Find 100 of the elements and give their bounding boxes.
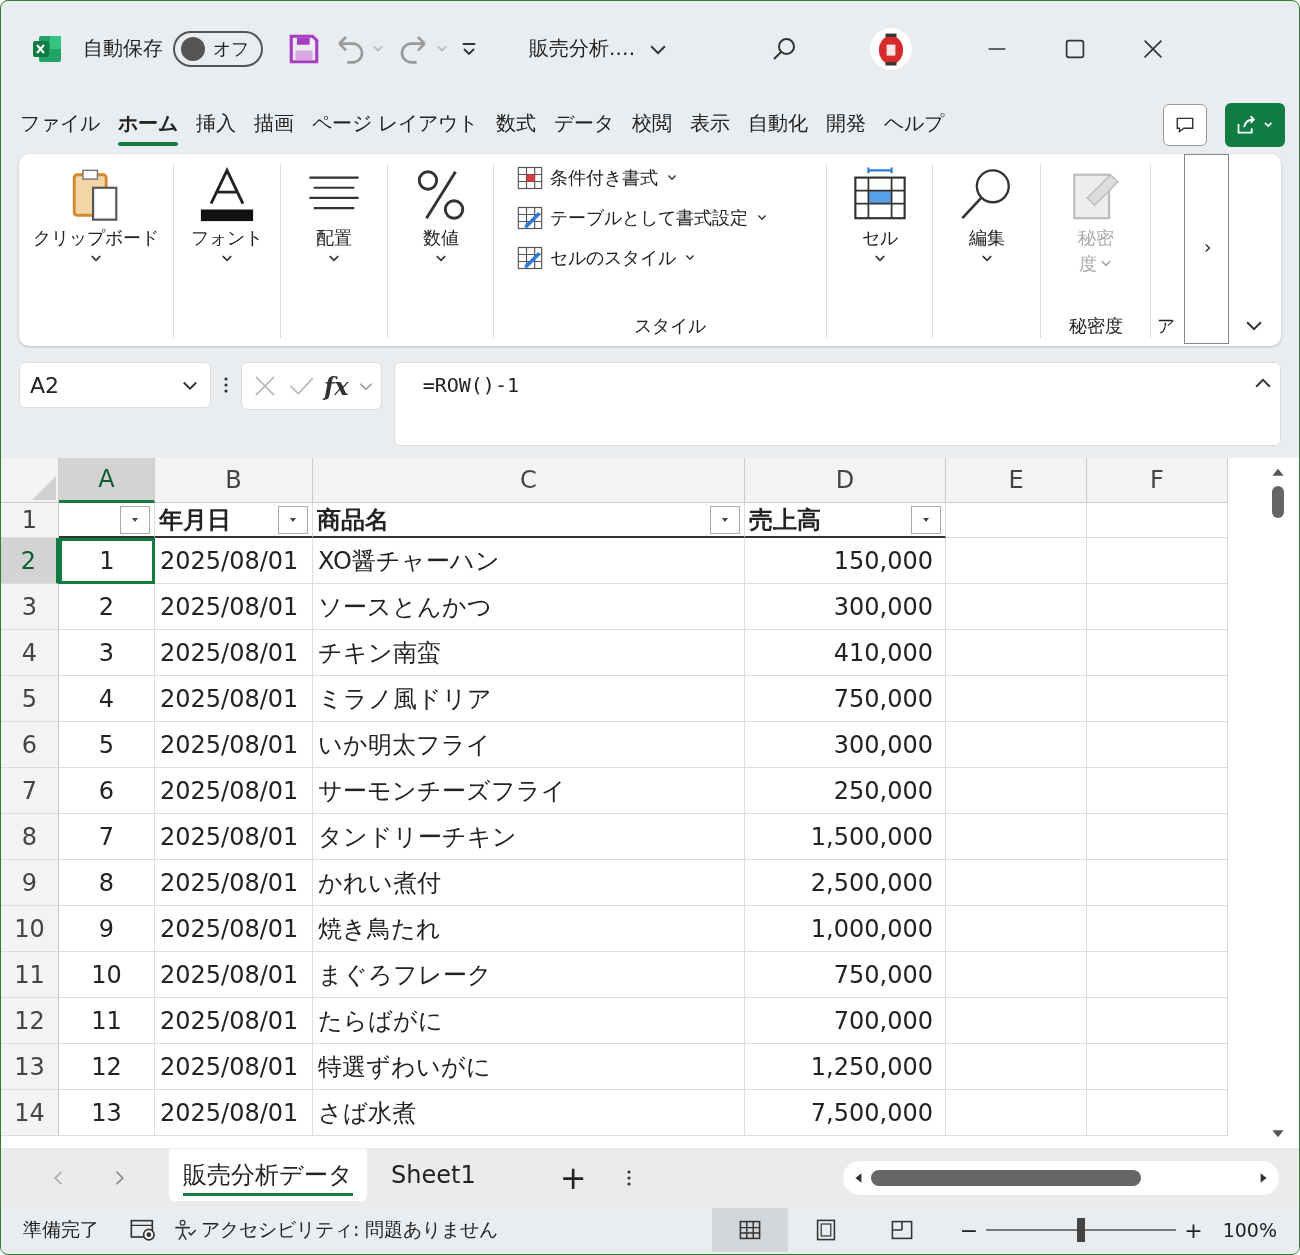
ribbon-tab[interactable]: 描画: [245, 104, 303, 146]
ribbon-tab[interactable]: 挿入: [187, 104, 245, 146]
scrollbar-thumb[interactable]: [1272, 486, 1285, 518]
ribbon-tab[interactable]: 自動化: [739, 104, 818, 146]
column-header[interactable]: A: [59, 458, 155, 503]
table-cell: 10: [59, 952, 155, 998]
column-header[interactable]: F: [1087, 458, 1228, 503]
table-cell: 410,000: [745, 630, 946, 676]
zoom-level[interactable]: 100%: [1222, 1219, 1277, 1241]
ribbon-tab[interactable]: ホーム: [109, 104, 187, 146]
style-command[interactable]: セルのスタイル: [514, 244, 826, 272]
row-header[interactable]: 7: [1, 768, 59, 814]
slider-thumb[interactable]: [1077, 1218, 1086, 1242]
style-command[interactable]: 条件付き書式: [514, 164, 826, 192]
row-header[interactable]: 4: [1, 630, 59, 676]
ribbon-button[interactable]: クリップボード: [33, 164, 159, 266]
column-header[interactable]: E: [946, 458, 1087, 503]
table-cell: 2025/08/01: [155, 860, 313, 906]
sheet-tab[interactable]: Sheet1: [377, 1149, 490, 1201]
table-cell: さば水煮: [313, 1090, 745, 1136]
lantern-avatar-icon[interactable]: [869, 26, 914, 71]
share-icon: [1235, 114, 1275, 136]
normal-view-button[interactable]: [711, 1208, 788, 1252]
table-cell: チキン南蛮: [313, 630, 745, 676]
ribbon-button[interactable]: フォント: [191, 164, 263, 266]
column-header[interactable]: B: [155, 458, 313, 503]
table-cell: 250,000: [745, 768, 946, 814]
ribbon-tab[interactable]: 開発: [817, 104, 876, 146]
ribbon-button[interactable]: 数値: [410, 164, 471, 266]
table-cell: 12: [59, 1044, 155, 1090]
table-cell: 2025/08/01: [155, 584, 313, 630]
name-box[interactable]: A2: [19, 362, 211, 408]
ribbon-tab[interactable]: 数式: [487, 104, 546, 146]
ribbon-tab[interactable]: 校閲: [623, 104, 682, 146]
table-cell: 7,500,000: [745, 1090, 946, 1136]
row-header[interactable]: 12: [1, 998, 59, 1044]
autosave-toggle[interactable]: オフ: [173, 30, 263, 67]
ribbon-tab[interactable]: ページ レイアウト: [303, 104, 488, 146]
ribbon-button[interactable]: 配置: [304, 164, 364, 266]
row-header[interactable]: 9: [1, 860, 59, 906]
macro-recording-icon[interactable]: [129, 1218, 157, 1242]
table-cell: たらばがに: [313, 998, 745, 1044]
group-label: ア: [1157, 314, 1175, 338]
ribbon-tab[interactable]: ファイル: [11, 104, 109, 146]
column-header[interactable]: D: [745, 458, 946, 503]
horizontal-scrollbar[interactable]: [843, 1161, 1279, 1195]
insert-function-button[interactable]: fx: [324, 371, 349, 401]
ribbon-tab[interactable]: ヘルプ: [875, 104, 954, 146]
status-text: 準備完了: [23, 1217, 99, 1242]
zoom-out-button[interactable]: −: [959, 1217, 979, 1243]
accessibility-icon: [173, 1218, 197, 1242]
row-header[interactable]: 10: [1, 906, 59, 952]
more-icon[interactable]: [223, 375, 229, 395]
table-cell: 2025/08/01: [155, 768, 313, 814]
table-cell: 300,000: [745, 722, 946, 768]
accessibility-button[interactable]: アクセシビリティ: 問題ありません: [173, 1217, 499, 1243]
row-header[interactable]: 3: [1, 584, 59, 630]
table-cell: 1,000,000: [745, 906, 946, 952]
row-header[interactable]: 14: [1, 1090, 59, 1136]
row-header[interactable]: 6: [1, 722, 59, 768]
add-sheet-button[interactable]: +: [559, 1159, 587, 1197]
table-cell: かれい煮付: [313, 860, 745, 906]
table-cell: 4: [59, 676, 155, 722]
table-cell: 2025/08/01: [155, 952, 313, 998]
table-cell: 2,500,000: [745, 860, 946, 906]
row-header[interactable]: 1: [1, 503, 59, 538]
table-cell: 1: [59, 538, 155, 584]
row-header[interactable]: 8: [1, 814, 59, 860]
file-name-button[interactable]: 販売分析.…: [529, 35, 670, 62]
table-cell: 700,000: [745, 998, 946, 1044]
table-cell: 5: [59, 722, 155, 768]
style-command[interactable]: テーブルとして書式設定: [514, 204, 826, 232]
header-text: 売上高: [749, 504, 821, 536]
ribbon-tab[interactable]: 表示: [681, 104, 740, 146]
formula-field[interactable]: =ROW()-1: [393, 362, 1281, 446]
ribbon-tab[interactable]: データ: [545, 104, 624, 146]
column-header[interactable]: C: [313, 458, 745, 503]
row-header[interactable]: 11: [1, 952, 59, 998]
ribbon-button[interactable]: 編集: [956, 164, 1017, 266]
autosave-label: 自動保存: [83, 35, 163, 62]
sheet-tab[interactable]: 販売分析データ: [169, 1149, 367, 1201]
row-header[interactable]: 5: [1, 676, 59, 722]
table-cell: 9: [59, 906, 155, 952]
table-cell: 300,000: [745, 584, 946, 630]
table-cell: 1,250,000: [745, 1044, 946, 1090]
table-cell: 150,000: [745, 538, 946, 584]
table-cell: タンドリーチキン: [313, 814, 745, 860]
table-cell: 2025/08/01: [155, 630, 313, 676]
zoom-in-button[interactable]: +: [1184, 1217, 1203, 1243]
row-header[interactable]: 2: [1, 538, 59, 584]
table-cell: 6: [59, 768, 155, 814]
comments-button[interactable]: [1163, 104, 1207, 146]
table-cell: 2025/08/01: [155, 1090, 313, 1136]
row-header[interactable]: 13: [1, 1044, 59, 1090]
ribbon-overflow-button[interactable]: [1184, 154, 1229, 344]
table-cell: 特選ずわいがに: [313, 1044, 745, 1090]
more-icon[interactable]: [626, 1168, 633, 1188]
share-button[interactable]: [1225, 103, 1285, 147]
ribbon-button[interactable]: セル: [849, 164, 910, 266]
scrollbar-thumb[interactable]: [871, 1170, 1141, 1186]
